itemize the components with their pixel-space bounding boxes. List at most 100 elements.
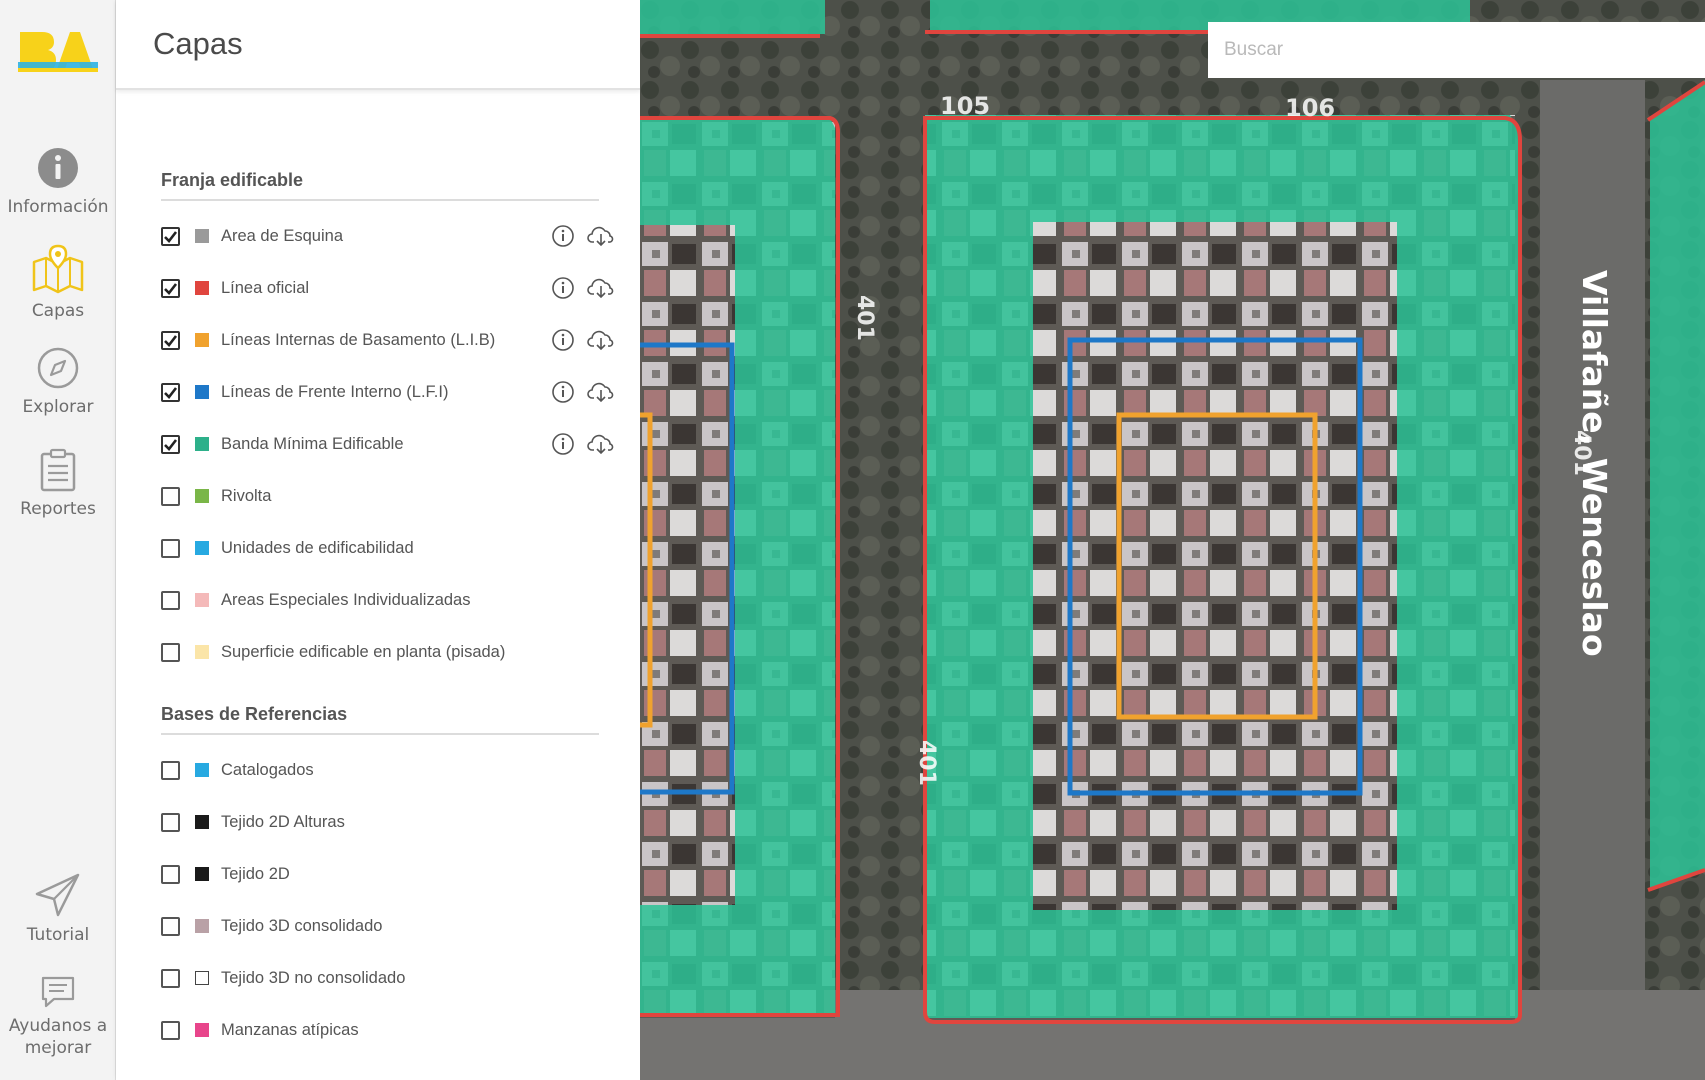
clipboard-icon: [40, 448, 76, 492]
rail-label: Tutorial: [26, 925, 90, 945]
layer-row[interactable]: Línea oficial: [161, 273, 614, 303]
rail-item-explorar[interactable]: Explorar: [0, 346, 116, 418]
layer-color-swatch: [195, 645, 209, 659]
layer-checkbox[interactable]: [161, 278, 180, 298]
layer-row[interactable]: Unidades de edificabilidad: [161, 533, 611, 563]
layer-actions: [551, 380, 615, 404]
layer-label: Tejido 2D: [221, 864, 290, 883]
sidebar-rail: Información Capas Explorar Reportes Tuto…: [0, 0, 116, 1080]
layer-checkbox[interactable]: [161, 812, 180, 832]
layer-row[interactable]: Tejido 2D Alturas: [161, 807, 611, 837]
buildable-band-top: [640, 0, 825, 34]
rail-item-feedback[interactable]: Ayudanos a mejorar: [0, 975, 116, 1059]
rail-item-capas[interactable]: Capas: [0, 244, 116, 322]
layer-checkbox[interactable]: [161, 642, 180, 662]
layer-actions: [551, 328, 615, 352]
layer-checkbox[interactable]: [161, 864, 180, 884]
layer-row[interactable]: Manzanas atípicas: [161, 1015, 611, 1045]
layer-checkbox[interactable]: [161, 760, 180, 780]
layer-checkbox[interactable]: [161, 434, 180, 454]
layer-color-swatch: [195, 385, 209, 399]
map-layers-icon: [32, 244, 84, 294]
layer-color-swatch: [195, 815, 209, 829]
layer-label: Líneas Internas de Basamento (L.I.B): [221, 330, 496, 349]
layer-row[interactable]: Tejido 3D consolidado: [161, 911, 611, 941]
info-icon[interactable]: [551, 380, 575, 404]
layer-actions: [551, 224, 615, 248]
ba-logo: [18, 32, 98, 72]
info-icon[interactable]: [551, 328, 575, 352]
layer-label: Area de Esquina: [221, 226, 344, 245]
layer-checkbox[interactable]: [161, 1020, 180, 1040]
cloud-download-icon[interactable]: [587, 432, 615, 456]
street-number-label: 105: [940, 92, 990, 120]
layer-color-swatch: [195, 1023, 209, 1037]
checkmark-icon: [164, 438, 178, 451]
rail-item-reportes[interactable]: Reportes: [0, 448, 116, 520]
cloud-download-icon[interactable]: [587, 224, 615, 248]
layer-label: Tejido 3D consolidado: [221, 916, 383, 935]
layer-row[interactable]: Tejido 2D: [161, 859, 611, 889]
layer-checkbox[interactable]: [161, 330, 180, 350]
satellite-map[interactable]: 105 106 401 401 401 Villafañe, Wenceslao: [640, 0, 1705, 1080]
layer-color-swatch: [195, 541, 209, 555]
layer-label: Tejido 3D no consolidado: [221, 968, 406, 987]
layer-color-swatch: [195, 437, 209, 451]
cloud-download-icon[interactable]: [587, 380, 615, 404]
checkmark-icon: [164, 334, 178, 347]
info-icon[interactable]: [551, 224, 575, 248]
layer-checkbox[interactable]: [161, 916, 180, 936]
section-title: Franja edificable: [161, 170, 599, 201]
buildable-band-right: [1650, 80, 1705, 890]
map-view[interactable]: 105 106 401 401 401 Villafañe, Wenceslao: [640, 0, 1705, 1080]
layer-row[interactable]: Area de Esquina: [161, 221, 614, 251]
street-number-label: 401: [914, 740, 939, 786]
street-number-label: 106: [1285, 94, 1335, 122]
layer-actions: [551, 276, 615, 300]
street-name-label: Villafañe, Wenceslao: [1575, 270, 1614, 657]
section-title: Bases de Referencias: [161, 704, 599, 735]
layer-label: Líneas de Frente Interno (L.F.I): [221, 382, 449, 401]
layer-checkbox[interactable]: [161, 382, 180, 402]
layer-row[interactable]: Catalogados: [161, 755, 611, 785]
layer-color-swatch: [195, 333, 209, 347]
layer-label: Banda Mínima Edificable: [221, 434, 404, 453]
checkmark-icon: [164, 282, 178, 295]
layer-color-swatch: [195, 763, 209, 777]
paper-plane-icon: [35, 873, 80, 917]
layer-row[interactable]: Banda Mínima Edificable: [161, 429, 614, 459]
layer-label: Manzanas atípicas: [221, 1020, 359, 1039]
rail-label-line1: Ayudanos a: [8, 1016, 108, 1036]
rail-label: Explorar: [22, 397, 94, 417]
layer-label: Rivolta: [221, 486, 272, 505]
layer-color-swatch: [195, 489, 209, 503]
layer-row[interactable]: Rivolta: [161, 481, 611, 511]
rail-item-tutorial[interactable]: Tutorial: [0, 872, 116, 946]
info-icon[interactable]: [551, 432, 575, 456]
layer-row[interactable]: Superficie edificable en planta (pisada): [161, 637, 611, 667]
search-input[interactable]: [1208, 22, 1705, 78]
layer-color-swatch: [195, 919, 209, 933]
street-number-label: 401: [852, 295, 877, 341]
info-icon: [38, 148, 78, 188]
layer-row[interactable]: Tejido 3D no consolidado: [161, 963, 611, 993]
cloud-download-icon[interactable]: [587, 328, 615, 352]
layer-checkbox[interactable]: [161, 486, 180, 506]
panel-header: Capas: [116, 0, 640, 90]
layer-checkbox[interactable]: [161, 968, 180, 988]
checkmark-icon: [164, 386, 178, 399]
rail-label-line2: mejorar: [24, 1038, 92, 1058]
layer-row[interactable]: Líneas Internas de Basamento (L.I.B): [161, 325, 614, 355]
layer-checkbox[interactable]: [161, 226, 180, 246]
rail-item-informacion[interactable]: Información: [0, 146, 116, 218]
layer-checkbox[interactable]: [161, 590, 180, 610]
layer-row[interactable]: Areas Especiales Individualizadas: [161, 585, 611, 615]
layer-row[interactable]: Líneas de Frente Interno (L.F.I): [161, 377, 614, 407]
layer-label: Unidades de edificabilidad: [221, 538, 414, 557]
cloud-download-icon[interactable]: [587, 276, 615, 300]
rail-label: Información: [7, 197, 109, 217]
rail-label: Capas: [31, 301, 85, 321]
compass-icon: [37, 347, 79, 389]
layer-checkbox[interactable]: [161, 538, 180, 558]
info-icon[interactable]: [551, 276, 575, 300]
